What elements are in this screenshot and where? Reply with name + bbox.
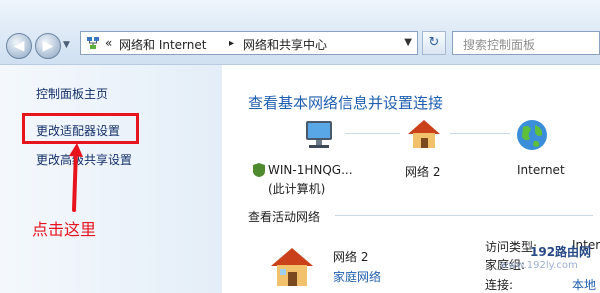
map-connector-2 — [450, 133, 510, 134]
active-networks-title: 查看活动网络 — [248, 210, 321, 224]
map-connector-1 — [345, 133, 400, 134]
computer-sub: (此计算机) — [268, 182, 326, 196]
watermark-brand: 192路由网 — [530, 245, 592, 259]
active-networks-divider — [335, 215, 593, 216]
map-network-name: 网络 2 — [405, 165, 441, 179]
computer-name: WIN-1HNQG... — [268, 163, 353, 177]
globe-icon[interactable] — [515, 118, 549, 152]
home-network-icon[interactable] — [405, 117, 443, 151]
shield-icon — [253, 163, 265, 177]
network-name: 网络 2 — [333, 250, 369, 264]
callout-text: 点击这里 — [32, 220, 97, 239]
connections-link[interactable]: 本地 — [572, 276, 596, 293]
watermark-url: www.192ly.com — [500, 260, 578, 271]
page-title: 查看基本网络信息并设置连接 — [248, 94, 444, 112]
computer-icon[interactable] — [300, 119, 340, 153]
network-type-link[interactable]: 家庭网络 — [333, 268, 381, 285]
map-internet-label: Internet — [517, 163, 565, 177]
connections-label: 连接: — [485, 278, 514, 292]
home-network-large-icon — [271, 248, 313, 286]
